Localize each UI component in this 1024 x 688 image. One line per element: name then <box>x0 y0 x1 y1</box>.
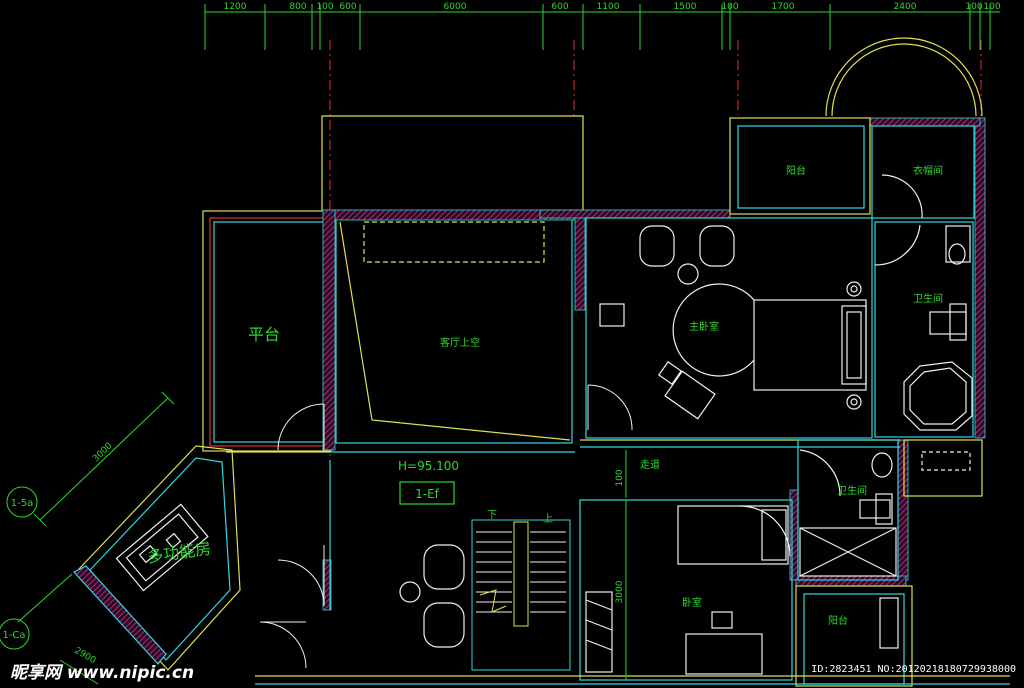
master-door <box>587 384 633 431</box>
hall-furniture <box>399 544 465 648</box>
label-bath-master: 卫生间 <box>913 292 943 305</box>
top-dimension-labels: 1200 800 100 600 6000 600 1100 1500 100 … <box>224 2 1001 12</box>
master-bed <box>599 225 867 420</box>
elevation-label: H=95.100 <box>398 459 459 473</box>
living-void <box>321 115 584 444</box>
label-living-void: 客厅上空 <box>440 336 480 349</box>
hall-doors <box>259 403 325 669</box>
dim-top-10: 2400 <box>894 2 917 12</box>
label-cloakroom: 衣帽间 <box>913 164 943 177</box>
dim-inner-0: 100 <box>615 469 625 486</box>
label-bath-second: 卫生间 <box>837 484 867 497</box>
hatched-walls <box>322 117 986 611</box>
dim-top-0: 1200 <box>224 2 247 12</box>
axis-bubble-1: 1-5a <box>6 486 38 518</box>
axis-label-2: 1-Ca <box>2 630 25 641</box>
staircase <box>471 519 571 671</box>
dim-top-6: 1100 <box>597 2 620 12</box>
dim-top-5: 600 <box>551 2 568 12</box>
dim-top-4: 6000 <box>444 2 467 12</box>
floor-plan-drawing: 1200 800 100 600 6000 600 1100 1500 100 … <box>0 2 1016 687</box>
dim-inner-1: 3000 <box>615 580 625 603</box>
dim-top-8: 100 <box>721 2 738 12</box>
dim-top-1: 800 <box>289 2 306 12</box>
corridor-bath <box>797 439 983 581</box>
label-balcony-bottom: 阳台 <box>828 614 848 627</box>
dim-top-12: 100 <box>983 2 1000 12</box>
watermark-id: ID:2823451 NO:20120218180729938000 <box>811 664 1016 675</box>
watermark-brand: 昵享网 www.nipic.cn <box>10 663 194 683</box>
level-tag: 1-Ef <box>415 487 440 501</box>
label-balcony-top: 阳台 <box>786 164 806 177</box>
label-corridor: 走道 <box>640 458 660 471</box>
dim-top-2: 100 <box>316 2 333 12</box>
dim-top-7: 1500 <box>674 2 697 12</box>
master-bath <box>874 221 974 438</box>
axis-label-1: 1-5a <box>11 498 33 509</box>
stair-down-label: 下 <box>487 510 497 521</box>
stair-up-label: 上 <box>543 513 553 525</box>
label-master-bedroom: 主卧室 <box>689 320 719 333</box>
label-platform: 平台 <box>248 325 280 344</box>
bedroom <box>579 499 793 681</box>
label-bedroom: 卧室 <box>682 596 702 609</box>
dim-top-11: 100 <box>965 2 982 12</box>
label-multi-room: 多功能房 <box>146 539 212 567</box>
dim-top-9: 1700 <box>772 2 795 12</box>
master-bedroom-walls <box>580 217 900 448</box>
dim-top-3: 600 <box>339 2 356 12</box>
axis-bubble-2: 1-Ca <box>0 618 30 650</box>
